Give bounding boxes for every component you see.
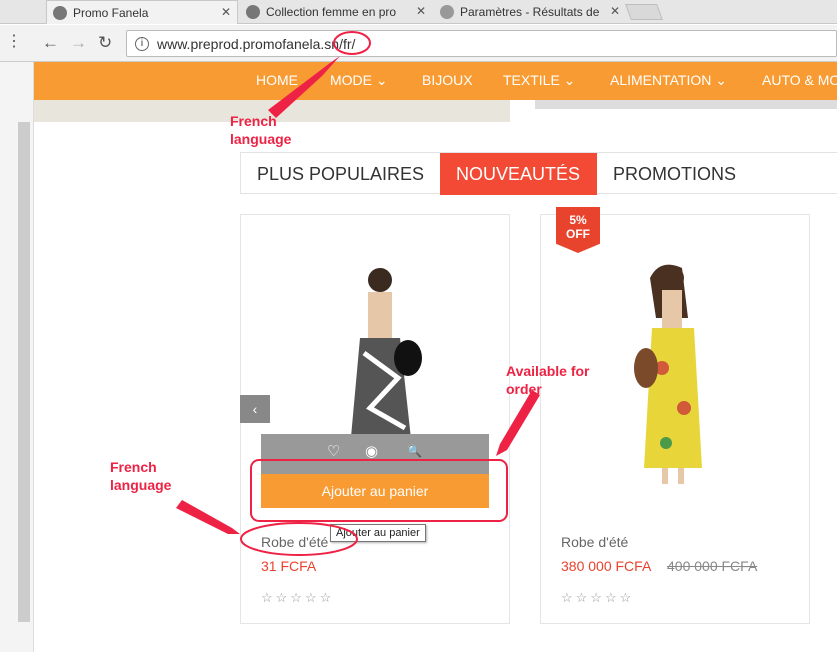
browser-tab-collection[interactable]: Collection femme en pro ✕ (240, 0, 432, 24)
product-price: 31 FCFA (261, 558, 317, 574)
carousel-prev-button[interactable]: ‹ (240, 395, 270, 423)
close-icon[interactable]: ✕ (221, 5, 231, 19)
menu-item-alimentation[interactable]: ALIMENTATION ⌄ (610, 72, 727, 89)
wishlist-heart-icon[interactable]: ♡ (327, 442, 340, 460)
scrollbar[interactable] (18, 122, 30, 622)
browser-tab-bar: Promo Fanela ✕ Collection femme en pro ✕… (0, 0, 837, 24)
tab-nouveautes[interactable]: NOUVEAUTÉS (440, 153, 597, 195)
menu-item-home[interactable]: HOME (256, 72, 298, 88)
site-favicon-icon (246, 5, 260, 19)
banner-strip-right (535, 100, 837, 109)
close-icon[interactable]: ✕ (416, 4, 426, 18)
browser-tab-title: Paramètres - Résultats de (460, 5, 600, 19)
annotation-name-language: French language (110, 458, 171, 494)
url-input[interactable]: i www.preprod.promofanela.sn/fr/ (126, 30, 837, 57)
menu-item-auto[interactable]: AUTO & MO (762, 72, 837, 88)
annotation-text: order (506, 381, 542, 397)
discount-badge: 5% OFF (556, 207, 600, 253)
tooltip: Ajouter au panier (330, 524, 426, 542)
product-name[interactable]: Robe d'été (561, 534, 628, 550)
product-price: 380 000 FCFA (561, 558, 652, 574)
back-arrow-icon[interactable]: ← (42, 33, 59, 53)
url-text: www.preprod.promofanela.sn/fr/ (157, 35, 356, 52)
tab-promotions[interactable]: PROMOTIONS (597, 153, 752, 195)
left-side-panel (0, 62, 34, 652)
product-actions-bar: ♡ ◉ 🔍 (261, 434, 489, 474)
info-icon[interactable]: i (135, 36, 149, 51)
gear-icon (440, 5, 454, 19)
discount-percent: 5% (569, 213, 587, 227)
main-navigation: HOME MODE ⌄ BIJOUX TEXTILE ⌄ ALIMENTATIO… (34, 62, 837, 100)
product-image[interactable] (610, 258, 730, 488)
menu-item-mode[interactable]: MODE ⌄ (330, 72, 388, 89)
new-tab-button[interactable] (625, 4, 663, 20)
annotation-text: French (110, 459, 157, 475)
annotation-url-language: French language (230, 112, 291, 148)
menu-item-bijoux[interactable]: BIJOUX (422, 72, 473, 88)
discount-off-label: OFF (566, 227, 590, 241)
menu-dots-icon[interactable]: ⋮ (6, 31, 22, 51)
product-old-price: 400 000 FCFA (667, 558, 758, 574)
reload-icon[interactable]: ↻ (98, 33, 112, 53)
annotation-text: language (230, 131, 292, 147)
address-toolbar: ⋮ ← → ↻ i www.preprod.promofanela.sn/fr/ (0, 25, 837, 62)
annotation-text: Available for (506, 363, 590, 379)
rating-stars: ☆☆☆☆☆ (261, 590, 335, 605)
product-name[interactable]: Robe d'été (261, 534, 328, 550)
quick-view-search-icon[interactable]: 🔍 (407, 444, 422, 458)
tab-plus-populaires[interactable]: PLUS POPULAIRES (241, 153, 440, 195)
compare-toggle-icon[interactable]: ◉ (365, 442, 378, 460)
site-favicon-icon (53, 5, 67, 20)
browser-tab-promo-fanela[interactable]: Promo Fanela ✕ (46, 0, 238, 24)
close-icon[interactable]: ✕ (610, 4, 620, 18)
rating-stars: ☆☆☆☆☆ (561, 590, 635, 605)
forward-arrow-icon[interactable]: → (70, 33, 87, 53)
browser-tab-title: Promo Fanela (73, 5, 149, 20)
product-tabs: PLUS POPULAIRES NOUVEAUTÉS PROMOTIONS (240, 152, 837, 195)
menu-item-textile[interactable]: TEXTILE ⌄ (503, 72, 575, 89)
add-to-cart-button[interactable]: Ajouter au panier (261, 474, 489, 508)
annotation-text: language (110, 477, 172, 493)
annotation-available: Available for order (506, 362, 590, 398)
browser-tab-title: Collection femme en pro (266, 5, 397, 19)
annotation-text: French (230, 113, 277, 129)
browser-tab-parametres[interactable]: Paramètres - Résultats de ✕ (434, 0, 626, 24)
